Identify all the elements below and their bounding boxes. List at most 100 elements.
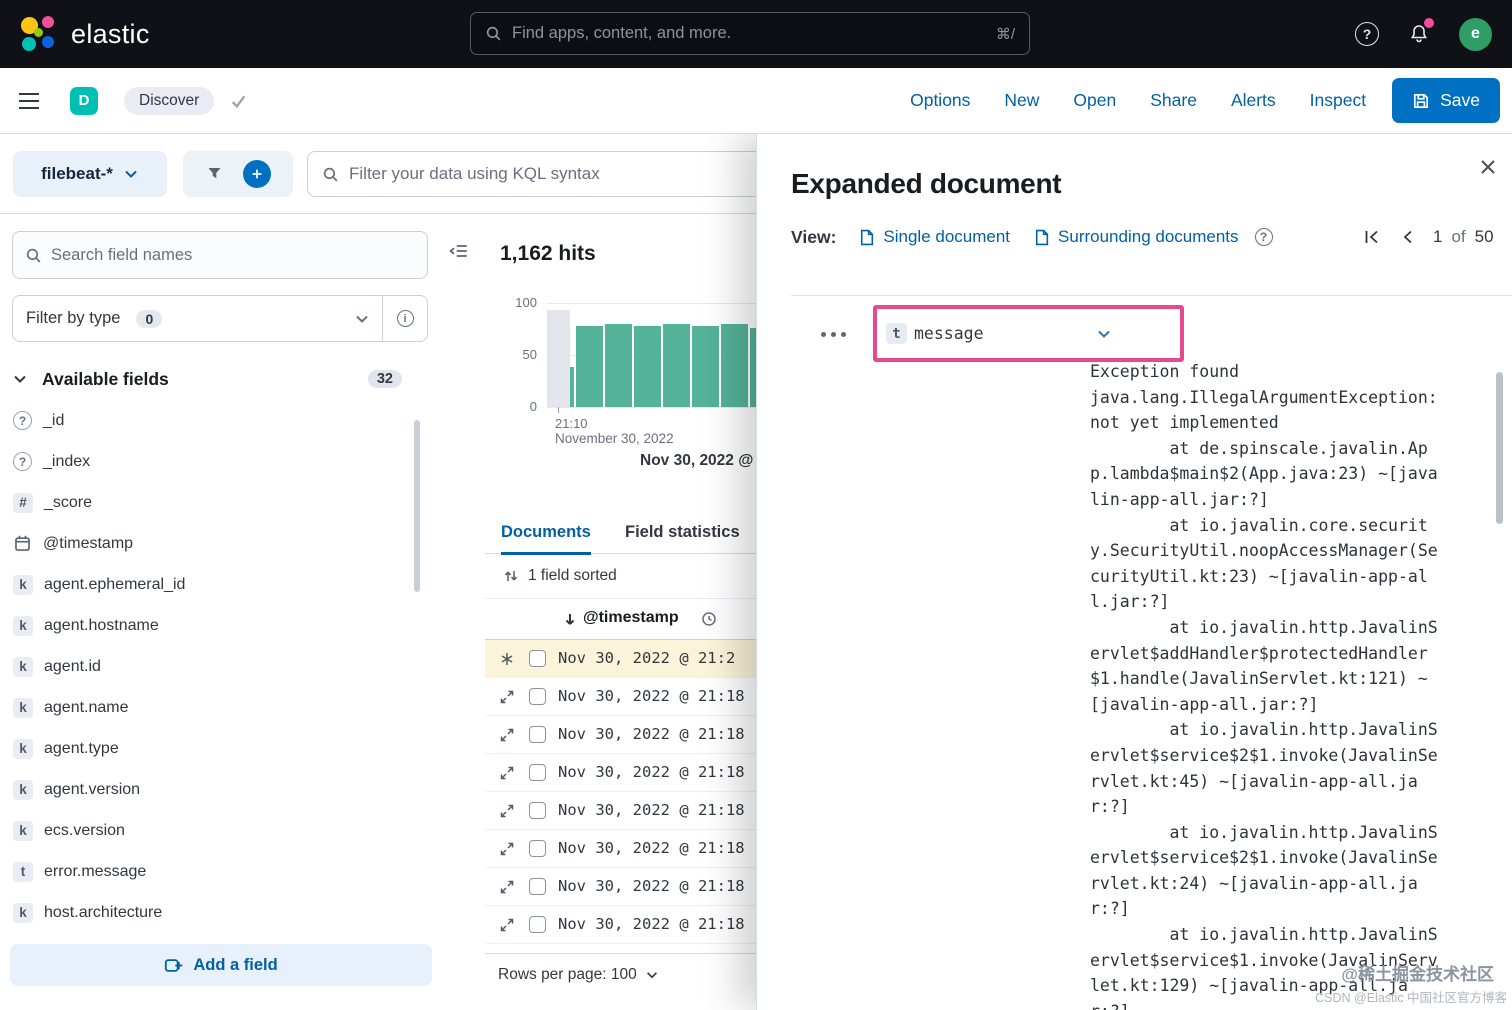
expand-document-icon[interactable] — [499, 727, 515, 743]
view-options-row: View: Single document Surrounding docume… — [791, 224, 1273, 250]
row-checkbox[interactable] — [529, 764, 546, 781]
data-view-name: filebeat-* — [41, 164, 113, 184]
collapse-sidebar-button[interactable] — [446, 238, 472, 264]
field-search[interactable] — [12, 231, 428, 279]
expand-document-icon[interactable] — [499, 689, 515, 705]
histogram-bar[interactable] — [605, 324, 632, 407]
rows-per-page-button[interactable]: Rows per page: 100 — [498, 966, 659, 984]
help-icon[interactable]: ? — [1255, 228, 1273, 246]
hamburger-menu-icon[interactable] — [16, 89, 42, 113]
row-checkbox[interactable] — [529, 688, 546, 705]
checkmark-icon — [230, 92, 247, 109]
number-field-icon: # — [13, 493, 33, 513]
space-avatar[interactable]: D — [70, 87, 98, 115]
first-page-button[interactable] — [1361, 226, 1383, 248]
menu-share[interactable]: Share — [1150, 90, 1197, 111]
save-button[interactable]: Save — [1392, 78, 1500, 123]
field-item[interactable]: khost.architecture — [0, 892, 430, 933]
expand-document-icon[interactable] — [499, 879, 515, 895]
row-checkbox[interactable] — [529, 650, 546, 667]
hits-count: 1,162 hits — [500, 242, 596, 266]
keyword-field-icon: k — [13, 698, 33, 718]
previous-page-button[interactable] — [1397, 226, 1419, 248]
expand-document-icon[interactable] — [499, 765, 515, 781]
notifications-button[interactable] — [1407, 22, 1431, 46]
menu-alerts[interactable]: Alerts — [1231, 90, 1276, 111]
available-fields-header[interactable]: Available fields 32 — [12, 364, 428, 394]
row-checkbox[interactable] — [529, 802, 546, 819]
global-search[interactable]: ⌘/ — [470, 12, 1030, 55]
field-filter-info-button[interactable]: i — [383, 296, 427, 341]
histogram-bar[interactable] — [634, 326, 661, 407]
flyout-scrollbar-thumb[interactable] — [1496, 372, 1503, 524]
single-document-link[interactable]: Single document — [858, 227, 1010, 247]
timestamp-column-header[interactable]: @timestamp — [583, 609, 679, 627]
histogram-bar[interactable] — [663, 324, 690, 407]
menu-inspect[interactable]: Inspect — [1310, 90, 1366, 111]
x-axis-tick-label: 21:10 — [555, 416, 588, 431]
breadcrumb[interactable]: Discover — [124, 87, 214, 115]
field-search-input[interactable] — [51, 246, 415, 265]
field-item[interactable]: @timestamp — [0, 523, 430, 564]
message-field-value: Exception found java.lang.IllegalArgumen… — [1090, 359, 1440, 1010]
y-axis-tick: 50 — [485, 347, 537, 362]
filter-funnel-icon[interactable] — [206, 166, 223, 182]
elastic-logo-icon[interactable] — [20, 15, 58, 53]
histogram-bar[interactable] — [576, 326, 603, 407]
expand-document-icon[interactable] — [499, 803, 515, 819]
surrounding-documents-link[interactable]: Surrounding documents — [1033, 227, 1239, 247]
menu-open[interactable]: Open — [1073, 90, 1116, 111]
sorted-label: 1 field sorted — [528, 567, 617, 585]
field-item[interactable]: kagent.ephemeral_id — [0, 564, 430, 605]
field-item[interactable]: terror.message — [0, 851, 430, 892]
row-timestamp: Nov 30, 2022 @ 21:18 — [558, 763, 745, 781]
x-axis-tick-mark — [558, 407, 559, 413]
row-checkbox[interactable] — [529, 726, 546, 743]
field-item[interactable]: #_score — [0, 482, 430, 523]
data-view-picker[interactable]: filebeat-* — [13, 151, 167, 197]
tab-field-statistics[interactable]: Field statistics — [625, 510, 740, 554]
field-item[interactable]: kagent.hostname — [0, 605, 430, 646]
global-search-input[interactable] — [512, 24, 988, 43]
toolbar-menu: Options New Open Share Alerts Inspect — [910, 90, 1366, 111]
field-item[interactable]: kecs.version — [0, 810, 430, 851]
sort-fields-button[interactable]: 1 field sorted — [503, 567, 617, 585]
field-name[interactable]: message — [914, 324, 984, 343]
expand-document-icon[interactable] — [499, 917, 515, 933]
field-actions-button[interactable] — [821, 326, 851, 342]
save-button-label: Save — [1440, 90, 1480, 111]
row-checkbox[interactable] — [529, 878, 546, 895]
documents-icon — [1033, 228, 1050, 247]
anchor-document-icon[interactable] — [499, 651, 515, 667]
field-item[interactable]: kagent.type — [0, 728, 430, 769]
expand-document-icon[interactable] — [499, 841, 515, 857]
tab-documents[interactable]: Documents — [501, 510, 591, 554]
chevron-down-icon — [123, 166, 139, 182]
user-avatar[interactable]: e — [1459, 18, 1492, 51]
filter-by-type-select[interactable]: Filter by type 0 i — [12, 295, 428, 342]
histogram-bar[interactable] — [692, 326, 719, 407]
sort-icon — [503, 568, 519, 584]
field-item[interactable]: kagent.name — [0, 687, 430, 728]
surrounding-documents-label: Surrounding documents — [1058, 227, 1239, 247]
field-item[interactable]: ?_index — [0, 441, 430, 482]
field-item[interactable]: kagent.version — [0, 769, 430, 810]
add-field-button[interactable]: Add a field — [10, 944, 432, 986]
row-checkbox[interactable] — [529, 916, 546, 933]
field-item[interactable]: kagent.id — [0, 646, 430, 687]
menu-new[interactable]: New — [1004, 90, 1039, 111]
chevron-down-icon[interactable] — [1096, 326, 1112, 342]
histogram-bar[interactable] — [721, 324, 748, 407]
annotation-highlight-box: t message — [873, 305, 1184, 362]
field-item[interactable]: ?_id — [0, 400, 430, 441]
time-range-label: Nov 30, 2022 @ — [640, 452, 753, 470]
row-checkbox[interactable] — [529, 840, 546, 857]
help-icon[interactable]: ? — [1355, 22, 1379, 46]
close-flyout-button[interactable] — [1475, 154, 1501, 180]
menu-options[interactable]: Options — [910, 90, 970, 111]
sort-descending-icon — [562, 611, 578, 627]
sidebar-scrollbar-thumb[interactable] — [414, 420, 420, 592]
field-list: ?_id ?_index #_score @timestamp kagent.e… — [0, 400, 430, 933]
add-filter-button[interactable] — [243, 160, 271, 188]
rows-per-page-label: Rows per page: 100 — [498, 966, 637, 984]
